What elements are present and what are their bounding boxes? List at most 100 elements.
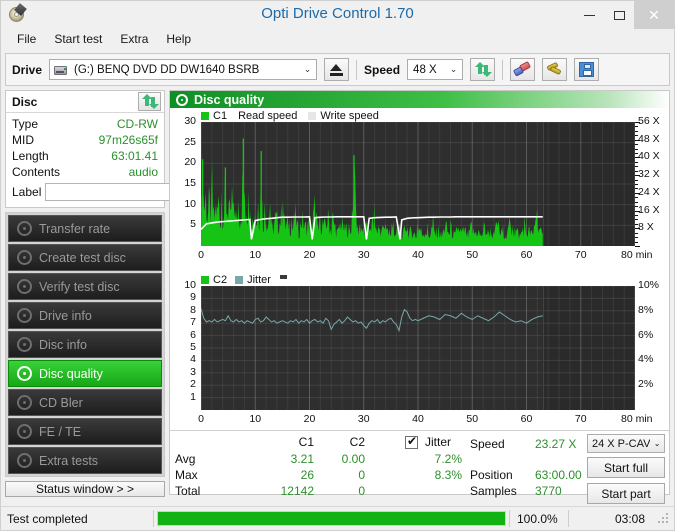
stats-speed-label: Speed <box>470 437 505 451</box>
c2-jitter-chart: 1 2 3 4 5 6 7 8 9 10 2% 4% 6% 8% 10% 0 10 20 30 40 50 60 70 8… <box>170 272 673 430</box>
save-button[interactable] <box>574 58 600 81</box>
x-axis-tick-label: 80 min <box>621 249 653 261</box>
close-button[interactable]: ✕ <box>634 1 674 29</box>
refresh-swap-icon <box>141 94 159 109</box>
disc-icon <box>17 453 32 468</box>
menu-item-file[interactable]: File <box>9 30 44 48</box>
maximize-button[interactable] <box>604 1 634 29</box>
disc-quality-panel: Disc quality C1 Read speed Write speed 5… <box>169 90 670 504</box>
y2-axis-tick <box>635 153 638 154</box>
y2-axis-tick <box>635 139 640 141</box>
minimize-button[interactable] <box>574 1 604 29</box>
x-axis-tick-label: 0 <box>198 249 204 261</box>
resize-grip-icon[interactable] <box>657 512 671 526</box>
stats-row-max-label: Max <box>175 468 198 482</box>
stats-max-c1: 26 <box>300 468 314 482</box>
graph-area: C1 Read speed Write speed 5 10 15 20 25 30 8 … <box>170 108 669 430</box>
y-axis-tick-label: 5 <box>190 218 196 231</box>
x-axis-tick-label: 30 <box>357 249 370 261</box>
disc-icon <box>17 395 32 410</box>
y2-axis-tick <box>635 241 638 243</box>
erase-icon <box>512 61 532 77</box>
chevron-down-icon: ⌄ <box>303 64 312 74</box>
drive-toolbar: Drive (G:) BENQ DVD DD DW1640 BSRB ⌄ Spe… <box>5 53 670 86</box>
menu-item-start-test[interactable]: Start test <box>46 30 110 48</box>
y2-axis-tick <box>635 206 638 208</box>
y2-axis-tick <box>635 122 640 123</box>
y-axis-tick-label: 9 <box>190 291 196 304</box>
tools-button[interactable] <box>542 58 568 81</box>
maximize-icon <box>613 10 625 20</box>
stats-speed-value: 23.27 X <box>535 437 577 451</box>
menu-item-extra[interactable]: Extra <box>112 30 156 48</box>
disc-length-label: Length <box>12 149 49 163</box>
disc-contents-label: Contents <box>12 165 61 179</box>
optical-drive-icon <box>53 63 69 77</box>
x-axis-tick-label: 20 <box>303 413 316 425</box>
x-axis-tick-label: 40 <box>412 413 424 425</box>
y-axis-tick-label: 15 <box>184 177 196 189</box>
y2-axis-tick <box>635 228 640 230</box>
c2-chart-svg <box>201 286 635 410</box>
sidebar-item-cd-bler[interactable]: CD Bler <box>8 389 162 416</box>
start-full-button[interactable]: Start full <box>587 457 665 478</box>
disc-panel-header: Disc <box>6 91 164 113</box>
erase-button[interactable] <box>510 58 536 81</box>
disc-properties: Type CD-RW MID 97m26s65f Length 63:01.41… <box>6 113 249 207</box>
y-axis-tick-label: 2 <box>190 378 196 391</box>
stats-avg-c2: 0.00 <box>341 452 365 466</box>
disc-type-value: CD-RW <box>116 117 158 131</box>
speed-select[interactable]: 48 X ⌄ <box>407 59 464 80</box>
sidebar-item-verify-test-disc[interactable]: Verify test disc <box>8 273 162 300</box>
sidebar-item-transfer-rate[interactable]: Transfer rate <box>8 215 162 242</box>
disc-row-length: Length 63:01.41 <box>12 148 158 164</box>
c1-plot-area <box>201 122 635 246</box>
sidebar-item-fe-te[interactable]: FE / TE <box>8 418 162 445</box>
y-axis-tick-label: 30 <box>184 115 196 127</box>
y-axis-tick-label: 5 <box>190 341 196 353</box>
x-axis-tick-label: 70 <box>574 413 587 425</box>
status-divider-1 <box>153 510 154 527</box>
speed-select-value: 48 X <box>413 63 437 76</box>
elapsed-time: 03:08 <box>614 511 645 526</box>
x-axis-tick-label: 20 <box>303 249 316 261</box>
refresh-drive-button[interactable] <box>470 58 496 81</box>
c1-cursor-line <box>542 122 544 246</box>
status-window-button[interactable]: Status window > > <box>5 481 165 497</box>
eject-button[interactable] <box>324 58 350 81</box>
y2-axis-tick-label: 32 X <box>638 168 660 181</box>
sidebar-item-drive-info[interactable]: Drive info <box>8 302 162 329</box>
disc-refresh-button[interactable] <box>138 92 161 111</box>
sidebar-item-disc-info[interactable]: Disc info <box>8 331 162 358</box>
y2-axis-tick <box>635 130 638 132</box>
y2-axis-tick-label: 24 X <box>638 185 660 198</box>
menu-item-help[interactable]: Help <box>158 30 199 48</box>
disc-type-label: Type <box>12 117 39 131</box>
eject-icon <box>330 63 344 76</box>
page-title: Disc quality <box>194 92 265 107</box>
main-content: Disc Type CD-RW MID 97m26s65f Length 63:… <box>5 90 670 504</box>
test-speed-select[interactable]: 24 X P-CAV ⌄ <box>587 434 665 453</box>
y2-axis-tick-label: 10% <box>638 279 660 291</box>
sidebar-item-create-test-disc[interactable]: Create test disc <box>8 244 162 271</box>
x-axis-tick-label: 60 <box>520 413 533 425</box>
y2-axis-tick <box>635 219 638 221</box>
stats-avg-jitter: 7.2% <box>434 452 462 466</box>
sidebar-item-extra-tests[interactable]: Extra tests <box>8 447 162 474</box>
y2-axis-tick <box>635 192 640 194</box>
y2-axis-tick <box>635 237 638 239</box>
y2-axis-tick-label: 40 X <box>638 150 660 163</box>
sidebar-item-disc-quality[interactable]: Disc quality <box>8 360 162 387</box>
y2-axis-tick <box>635 210 640 212</box>
disc-contents-value: audio <box>128 165 158 179</box>
y2-axis-tick <box>635 161 638 163</box>
sidebar-item-label: FE / TE <box>39 424 82 439</box>
jitter-checkbox[interactable] <box>405 434 418 449</box>
sidebar-item-label: Transfer rate <box>39 221 111 236</box>
stats-max-jitter: 8.3% <box>434 468 462 482</box>
drive-select[interactable]: (G:) BENQ DVD DD DW1640 BSRB ⌄ <box>49 59 318 80</box>
status-bar: Test completed 100.0% 03:08 <box>1 506 674 530</box>
stats-position-label: Position <box>470 468 513 482</box>
start-part-button[interactable]: Start part <box>587 483 665 504</box>
y2-axis-tick-label: 8 X <box>638 221 654 234</box>
